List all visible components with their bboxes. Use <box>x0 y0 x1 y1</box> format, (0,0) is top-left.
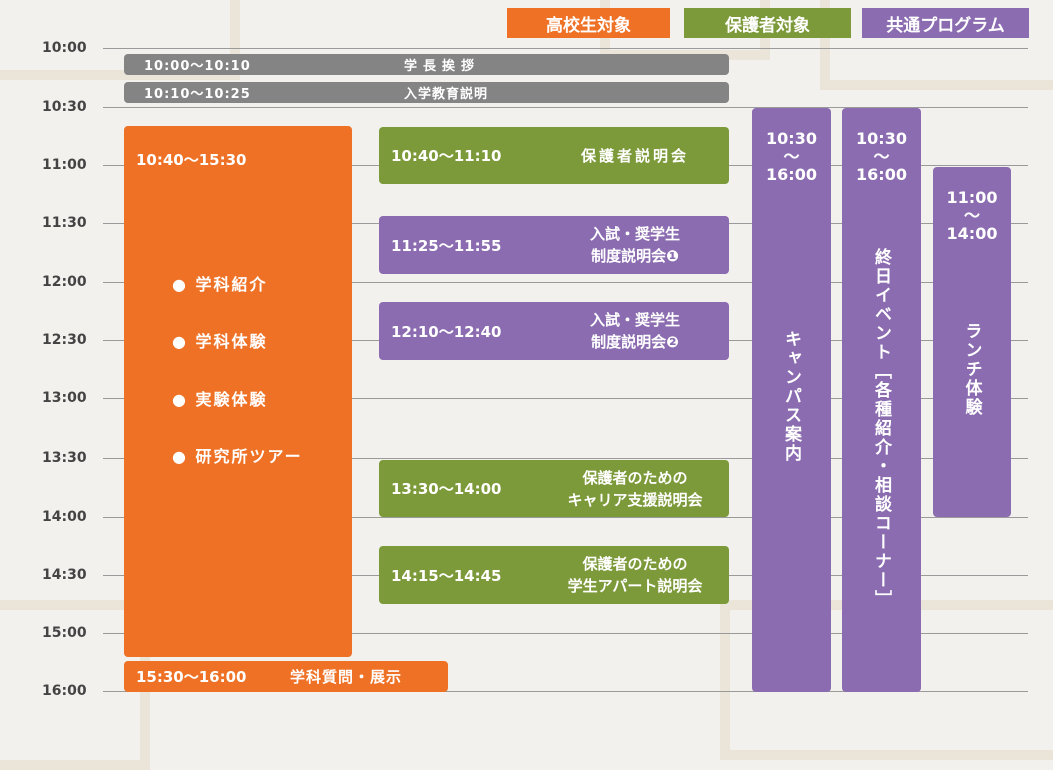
time-label: 12:00 <box>42 274 87 290</box>
high-school-program-block: 10:40〜15:30 ● 学科紹介 ● 学科体験 ● 実験体験 ● 研究所ツア… <box>124 126 352 657</box>
time-label: 16:00 <box>42 683 87 699</box>
session-time: 10:10〜10:25 <box>144 87 251 102</box>
session-time: 10:00〜10:10 <box>144 59 251 74</box>
program-time: 10:40〜15:30 <box>136 151 247 169</box>
session-time: 10:30 〜 16:00 <box>856 129 907 184</box>
time-label: 13:30 <box>42 450 87 466</box>
all-day-event-column: 10:30 〜 16:00 終日イベント［各種紹介・相談コーナー］ <box>842 108 921 692</box>
admission-education-block: 10:10〜10:25 入学教育説明 <box>124 82 729 103</box>
time-label: 10:00 <box>42 40 87 56</box>
career-support-briefing-block: 13:30〜14:00 保護者のための キャリア支援説明会 <box>379 460 729 517</box>
scholarship-briefing-2-block: 12:10〜12:40 入試・奨学生 制度説明会❷ <box>379 302 729 360</box>
list-item: ● 学科紹介 <box>172 275 268 294</box>
list-item: ● 実験体験 <box>172 390 268 409</box>
list-item: ● 研究所ツアー <box>172 447 303 466</box>
session-name: 入学教育説明 <box>404 87 489 102</box>
campus-tour-column: 10:30 〜 16:00 キャンパス案内 <box>752 108 831 692</box>
session-name: 保護者のための キャリア支援説明会 <box>567 468 703 509</box>
session-time: 15:30〜16:00 <box>136 668 247 686</box>
parents-briefing-block: 10:40〜11:10 保護者説明会 <box>379 127 729 184</box>
session-time: 12:10〜12:40 <box>391 322 502 341</box>
time-label: 10:30 <box>42 99 87 115</box>
session-time: 10:40〜11:10 <box>391 147 502 165</box>
opening-address-block: 10:00〜10:10 学長挨拶 <box>124 54 729 75</box>
session-name: 入試・奨学生 制度説明会❶ <box>589 225 680 265</box>
time-label: 11:00 <box>42 157 87 173</box>
time-label: 14:30 <box>42 567 87 583</box>
grid-line <box>103 48 1028 49</box>
session-time: 11:25〜11:55 <box>391 236 502 255</box>
list-item: ● 学科体験 <box>172 332 268 351</box>
session-name: 学科質問・展示 <box>290 668 403 686</box>
student-apartment-briefing-block: 14:15〜14:45 保護者のための 学生アパート説明会 <box>379 546 729 604</box>
legend-high-school: 高校生対象 <box>507 8 670 38</box>
scholarship-briefing-1-block: 11:25〜11:55 入試・奨学生 制度説明会❶ <box>379 216 729 274</box>
session-name: 保護者のための 学生アパート説明会 <box>567 555 703 595</box>
time-label: 11:30 <box>42 215 87 231</box>
time-label: 13:00 <box>42 390 87 406</box>
session-name: キャンパス案内 <box>781 330 801 463</box>
session-name: 入試・奨学生 制度説明会❷ <box>589 311 680 351</box>
session-time: 13:30〜14:00 <box>391 480 502 498</box>
session-time: 10:30 〜 16:00 <box>766 129 817 184</box>
legend-common-program: 共通プログラム <box>862 8 1029 38</box>
session-name: 保護者説明会 <box>580 146 689 165</box>
session-time: 14:15〜14:45 <box>391 566 502 585</box>
session-name: 学長挨拶 <box>404 59 481 74</box>
time-label: 14:00 <box>42 509 87 525</box>
legend-parents: 保護者対象 <box>684 8 851 38</box>
department-qa-block: 15:30〜16:00 学科質問・展示 <box>124 661 448 692</box>
time-label: 12:30 <box>42 332 87 348</box>
session-name: 終日イベント［各種紹介・相談コーナー］ <box>871 248 891 609</box>
session-time: 11:00 〜 14:00 <box>946 188 998 243</box>
lunch-experience-column: 11:00 〜 14:00 ランチ体験 <box>933 167 1011 517</box>
session-name: ランチ体験 <box>961 322 982 417</box>
time-label: 15:00 <box>42 625 87 641</box>
